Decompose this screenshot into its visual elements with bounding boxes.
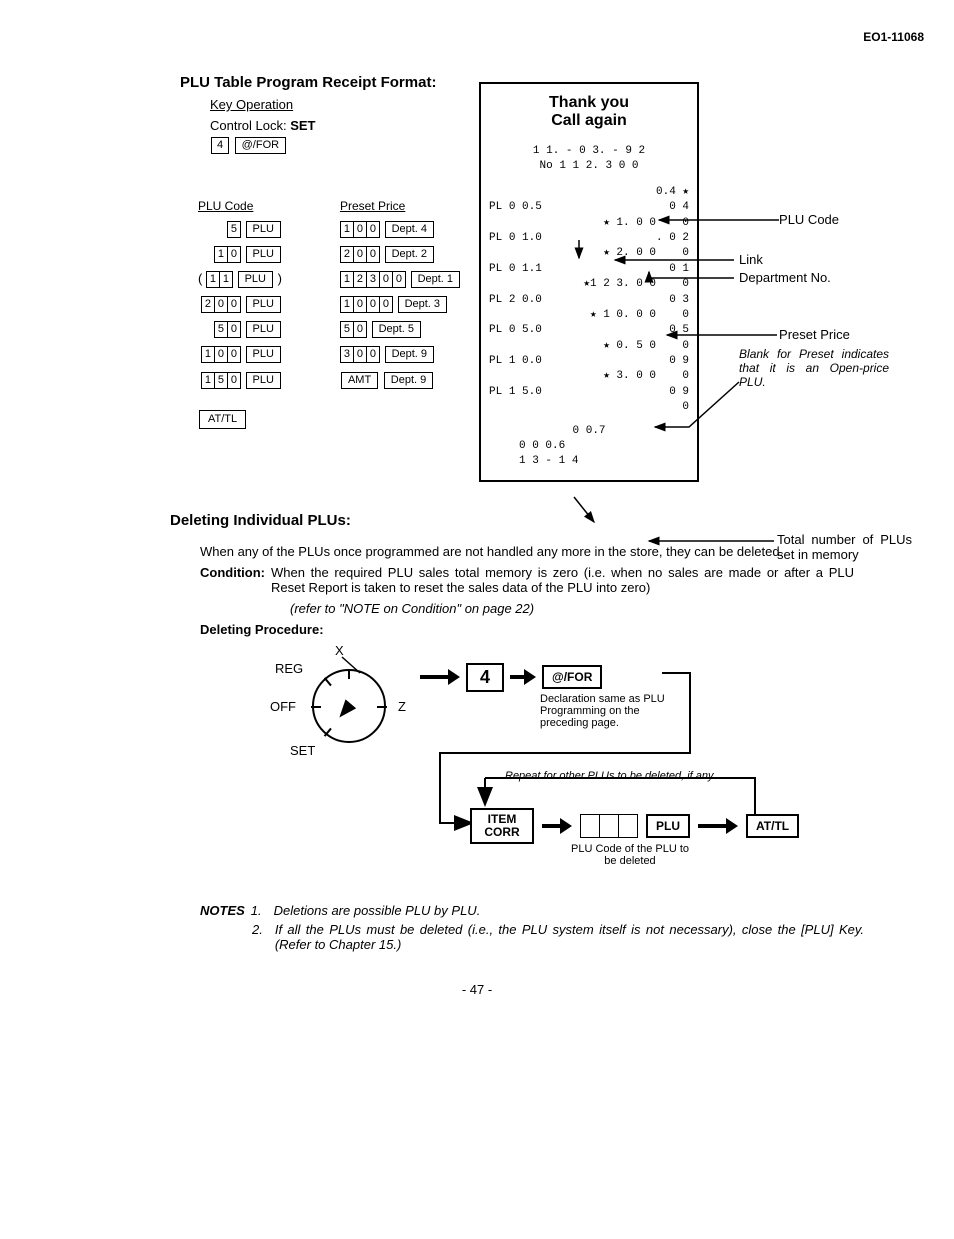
attl-key: AT/TL (199, 410, 246, 429)
receipt-foot1: 0 0.7 (489, 424, 689, 439)
receipt-call: Call again (489, 112, 689, 130)
control-lock-value: SET (290, 118, 315, 133)
page-number: - 47 - (60, 982, 894, 997)
receipt-line: 0 (489, 400, 689, 415)
annot-link: Link (739, 252, 763, 267)
receipt-line: PL 1 0.00 9 (489, 354, 689, 369)
procedure-label: Deleting Procedure: (200, 622, 324, 637)
notes-label: NOTES (200, 903, 245, 918)
receipt-line: 0.4 ★ (489, 185, 689, 200)
receipt-line: ★1 2 3. 0 0 0 (489, 277, 689, 292)
receipt-foot2: 0 0 0.6 (489, 439, 689, 454)
key-operation-label: Key Operation (210, 97, 469, 112)
table-row: ( 11 PLU )12300 Dept. 1 (192, 268, 467, 291)
col-preset-price: Preset Price (334, 196, 467, 216)
condition-ref: (refer to "NOTE on Condition" on page 22… (290, 601, 854, 616)
receipt-line: PL 2 0.00 3 (489, 293, 689, 308)
arrow-icon (698, 821, 738, 831)
flow-repeat: Repeat for other PLUs to be deleted, if … (505, 770, 716, 782)
receipt: Thank you Call again 1 1. - 0 3. - 9 2 N… (479, 82, 699, 482)
plu-code-digits (580, 814, 638, 838)
digit-key: 4 (211, 137, 229, 154)
table-row: 100 PLU300 Dept. 9 (192, 343, 467, 366)
flow-key-plu: PLU (646, 814, 690, 838)
flow-declaration: Declaration same as PLU Programming on t… (540, 693, 680, 729)
receipt-line: ★ 1 0. 0 0 0 (489, 308, 689, 323)
deleting-title: Deleting Individual PLUs: (170, 512, 894, 529)
annot-preset: Preset Price (779, 327, 850, 342)
receipt-line: ★ 1. 0 0 0 (489, 216, 689, 231)
flow-key-item-corr: ITEM CORR (470, 808, 534, 844)
annot-plu-code: PLU Code (779, 212, 839, 227)
annot-total: Total number of PLUs set in memory (777, 532, 912, 562)
receipt-line: ★ 0. 5 0 0 (489, 339, 689, 354)
receipt-line: ★ 3. 0 0 0 (489, 369, 689, 384)
receipt-thank: Thank you (489, 94, 689, 112)
deleting-p1: When any of the PLUs once programmed are… (200, 544, 854, 559)
table-row: 150 PLUAMT Dept. 9 (192, 368, 467, 391)
note-1: Deletions are possible PLU by PLU. (274, 903, 481, 918)
condition-label: Condition: (200, 565, 265, 595)
receipt-no: No 1 1 2. 3 0 0 (489, 159, 689, 174)
receipt-foot3: 1 3 - 1 4 (489, 454, 689, 469)
annot-preset-note: Blank for Preset indicates that it is an… (739, 347, 889, 389)
receipt-line: PL 1 5.00 9 (489, 385, 689, 400)
receipt-line: PL 0 0.50 4 (489, 200, 689, 215)
receipt-line: PL 0 1.0. 0 2 (489, 231, 689, 246)
annot-dept-no: Department No. (739, 270, 831, 285)
note-2: If all the PLUs must be deleted (i.e., t… (275, 922, 864, 952)
table-row: 50 PLU50 Dept. 5 (192, 318, 467, 341)
col-plu-code: PLU Code (192, 196, 288, 216)
table-row: 5 PLU100 Dept. 4 (192, 218, 467, 241)
document-id: EO1-11068 (60, 30, 924, 44)
table-row: 200 PLU1000 Dept. 3 (192, 293, 467, 316)
control-lock-label: Control Lock: (210, 118, 287, 133)
plu-entry-table: PLU Code Preset Price 5 PLU100 Dept. 410… (190, 194, 469, 433)
receipt-line: ★ 2. 0 0 0 (489, 246, 689, 261)
arrow-icon (542, 821, 572, 831)
for-key: @/FOR (235, 137, 286, 154)
table-row: 10 PLU200 Dept. 2 (192, 243, 467, 266)
receipt-date: 1 1. - 0 3. - 9 2 (489, 144, 689, 159)
receipt-line: PL 0 5.00 5 (489, 323, 689, 338)
section-title: PLU Table Program Receipt Format: (180, 74, 469, 91)
condition-text: When the required PLU sales total memory… (271, 565, 854, 595)
flow-key-attl: AT/TL (746, 814, 799, 838)
receipt-line: PL 0 1.10 1 (489, 262, 689, 277)
flow-plucode-label: PLU Code of the PLU to be deleted (565, 843, 695, 867)
